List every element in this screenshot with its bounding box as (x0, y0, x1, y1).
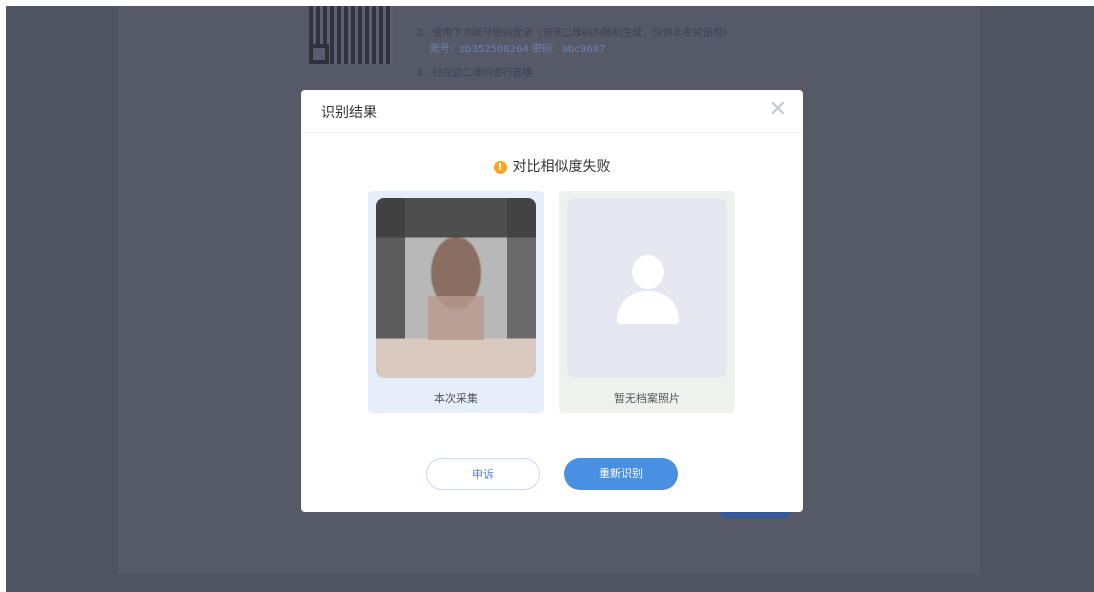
close-icon[interactable]: ✕ (769, 96, 787, 124)
qr-code-icon (309, 6, 393, 64)
appeal-button[interactable]: 申诉 (426, 458, 540, 490)
captured-photo-card: 本次采集 (368, 191, 544, 413)
modal-title: 识别结果 (321, 105, 377, 121)
archive-photo-card: 暂无档案照片 (559, 191, 735, 413)
modal-header: 识别结果 ✕ (301, 90, 803, 133)
captured-photo-label: 本次采集 (434, 392, 478, 405)
comparison-status: ! 对比相似度失败 (301, 156, 803, 176)
avatar-body (617, 291, 679, 324)
background-step-3: 3、扫左边二维码进行直播 (416, 68, 533, 79)
archive-photo-label: 暂无档案照片 (614, 392, 680, 405)
recognition-result-modal: 识别结果 ✕ ! 对比相似度失败 本次采集 暂无档案照片 申诉 重新识别 (301, 90, 803, 512)
avatar-head (632, 255, 664, 289)
background-step-2: 2、使用下方账号密码登录（但该二维码为随机生成，仅供本考试使用） (416, 28, 733, 39)
background-account-line: 账号：zb352508264 密码：abc9687 (430, 44, 606, 55)
status-text: 对比相似度失败 (512, 159, 611, 175)
retry-recognition-button[interactable]: 重新识别 (564, 458, 678, 490)
warning-icon: ! (493, 161, 507, 174)
avatar-placeholder-icon (567, 198, 727, 378)
captured-face-photo (376, 198, 536, 378)
